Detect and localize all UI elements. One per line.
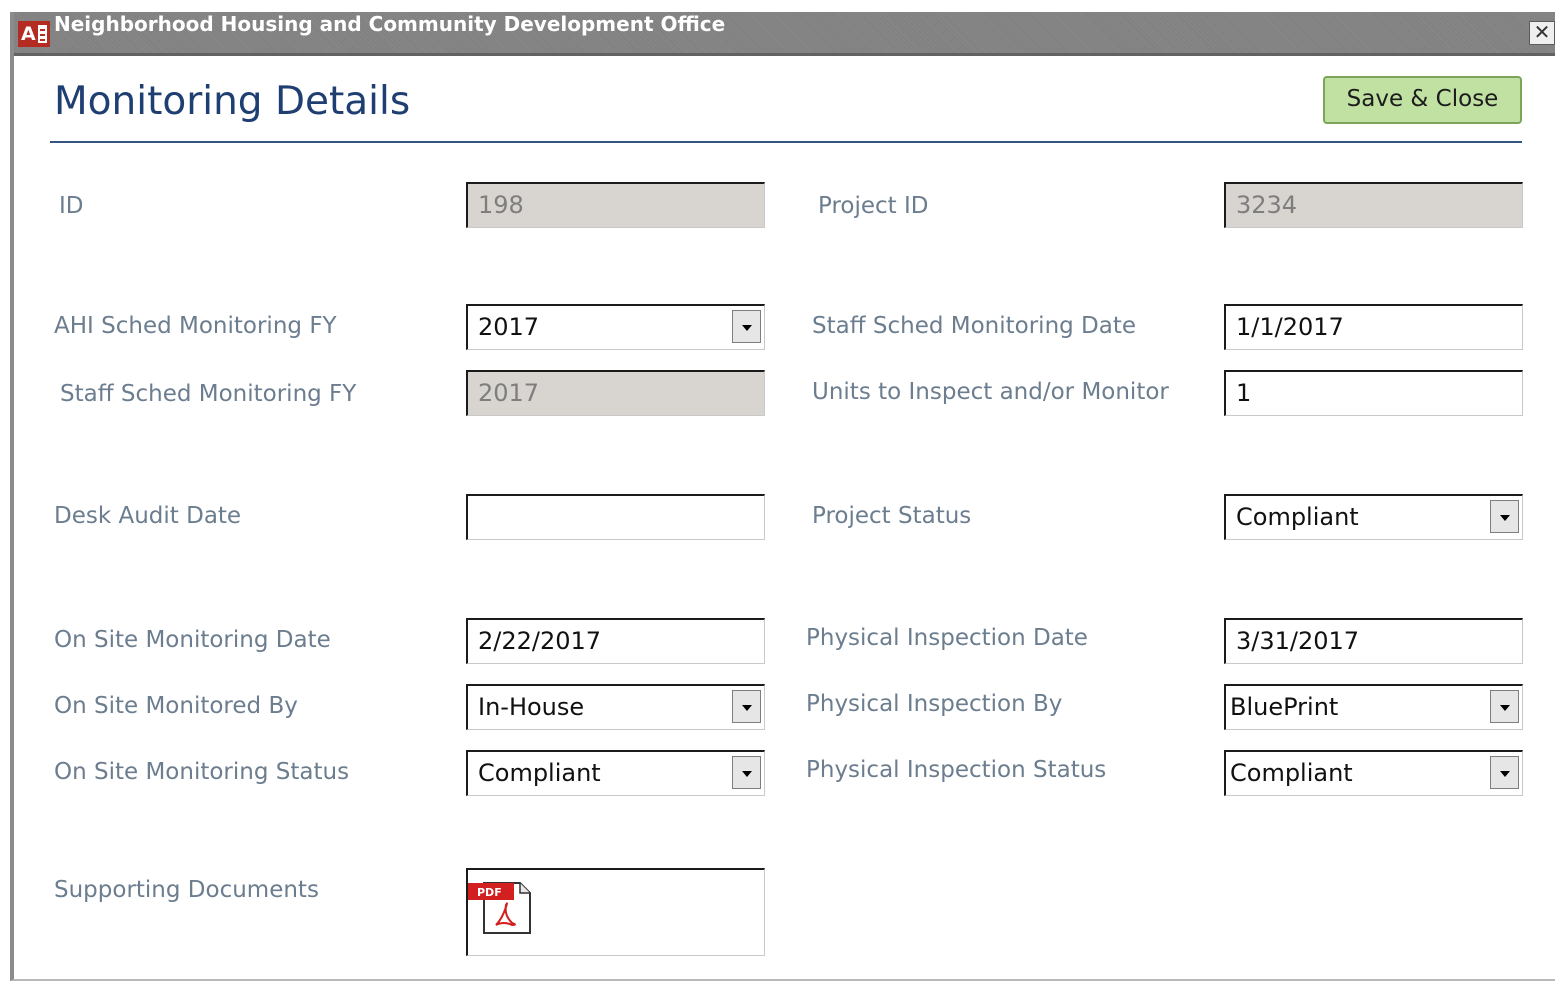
on-site-by-value: In-House xyxy=(478,693,585,721)
physical-by-combo[interactable]: BluePrint xyxy=(1224,684,1523,730)
on-site-by-combo[interactable]: In-House xyxy=(466,684,765,730)
on-site-date-field[interactable]: 2/22/2017 xyxy=(466,618,765,664)
pdf-file-icon[interactable]: PDF xyxy=(468,875,534,935)
window-title: Neighborhood Housing and Community Devel… xyxy=(54,12,726,36)
staff-sched-fy-field[interactable]: 2017 xyxy=(466,370,765,416)
header-divider xyxy=(50,141,1522,143)
supporting-documents-attachment[interactable]: PDF xyxy=(466,868,765,956)
ahi-sched-fy-label: AHI Sched Monitoring FY xyxy=(54,313,337,339)
dropdown-arrow-icon[interactable] xyxy=(732,310,761,343)
id-field[interactable]: 198 xyxy=(466,182,765,228)
title-bar[interactable]: A Neighborhood Housing and Community Dev… xyxy=(14,12,1555,56)
project-status-value: Compliant xyxy=(1236,503,1359,531)
on-site-status-label: On Site Monitoring Status xyxy=(54,759,350,785)
form-window: A Neighborhood Housing and Community Dev… xyxy=(10,12,1555,981)
dropdown-arrow-icon[interactable] xyxy=(1490,500,1519,533)
project-status-label: Project Status xyxy=(812,503,972,529)
physical-status-value: Compliant xyxy=(1230,759,1353,787)
access-app-icon: A xyxy=(18,21,50,47)
physical-date-label: Physical Inspection Date xyxy=(806,625,1088,651)
supporting-documents-label: Supporting Documents xyxy=(54,877,319,903)
project-id-label: Project ID xyxy=(818,193,929,219)
physical-date-field[interactable]: 3/31/2017 xyxy=(1224,618,1523,664)
staff-sched-date-label: Staff Sched Monitoring Date xyxy=(812,313,1137,339)
pdf-badge-text: PDF xyxy=(477,886,502,899)
units-label: Units to Inspect and/or Monitor xyxy=(812,379,1169,405)
physical-by-label: Physical Inspection By xyxy=(806,691,1063,717)
dropdown-arrow-icon[interactable] xyxy=(732,690,761,723)
on-site-by-label: On Site Monitored By xyxy=(54,693,298,719)
physical-status-combo[interactable]: Compliant xyxy=(1224,750,1523,796)
on-site-status-combo[interactable]: Compliant xyxy=(466,750,765,796)
close-button[interactable]: ✕ xyxy=(1529,21,1555,45)
dropdown-arrow-icon[interactable] xyxy=(1490,756,1519,789)
staff-sched-date-field[interactable]: 1/1/2017 xyxy=(1224,304,1523,350)
project-id-field[interactable]: 3234 xyxy=(1224,182,1523,228)
on-site-status-value: Compliant xyxy=(478,759,601,787)
save-and-close-button[interactable]: Save & Close xyxy=(1323,76,1522,124)
dropdown-arrow-icon[interactable] xyxy=(732,756,761,789)
on-site-date-label: On Site Monitoring Date xyxy=(54,627,331,653)
physical-status-label: Physical Inspection Status xyxy=(806,757,1107,783)
ahi-sched-fy-value: 2017 xyxy=(478,313,540,341)
physical-by-value: BluePrint xyxy=(1230,693,1339,721)
units-field[interactable]: 1 xyxy=(1224,370,1523,416)
page-title: Monitoring Details xyxy=(54,79,411,124)
ahi-sched-fy-combo[interactable]: 2017 xyxy=(466,304,765,350)
dropdown-arrow-icon[interactable] xyxy=(1490,690,1519,723)
desk-audit-date-label: Desk Audit Date xyxy=(54,503,242,529)
id-label: ID xyxy=(59,193,84,219)
project-status-combo[interactable]: Compliant xyxy=(1224,494,1523,540)
staff-sched-fy-label: Staff Sched Monitoring FY xyxy=(60,381,357,407)
desk-audit-date-field[interactable] xyxy=(466,494,765,540)
